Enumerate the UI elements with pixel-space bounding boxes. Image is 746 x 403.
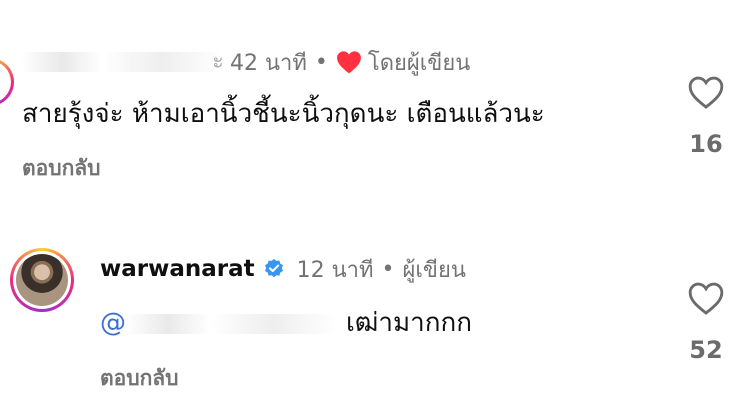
comment-text: @ เฒ่ามากกก [100, 302, 472, 343]
like-count: 52 [689, 336, 723, 364]
verified-badge-icon [264, 258, 283, 278]
mention-prefix[interactable]: @ [100, 308, 126, 338]
comment-body: เฒ่ามากกก [346, 308, 472, 338]
avatar-ring-gap [13, 251, 71, 309]
reply-button[interactable]: ตอบกลับ [100, 362, 179, 395]
avatar-photo [16, 254, 68, 306]
heart-outline-icon[interactable] [687, 280, 725, 316]
username[interactable]: warwanarat [100, 256, 255, 282]
meta-separator: • [381, 256, 395, 282]
redacted-mention[interactable] [126, 313, 336, 334]
like-control: 52 [676, 280, 736, 364]
author-label: ผู้เขียน [402, 257, 466, 283]
avatar[interactable] [10, 248, 74, 312]
comment-time: 12 นาที [296, 257, 374, 283]
comment: warwanarat 12 นาที • ผู้เขียน @ เฒ่ามากกก… [0, 0, 746, 403]
comment-meta: warwanarat 12 นาที • ผู้เขียน [100, 253, 466, 285]
